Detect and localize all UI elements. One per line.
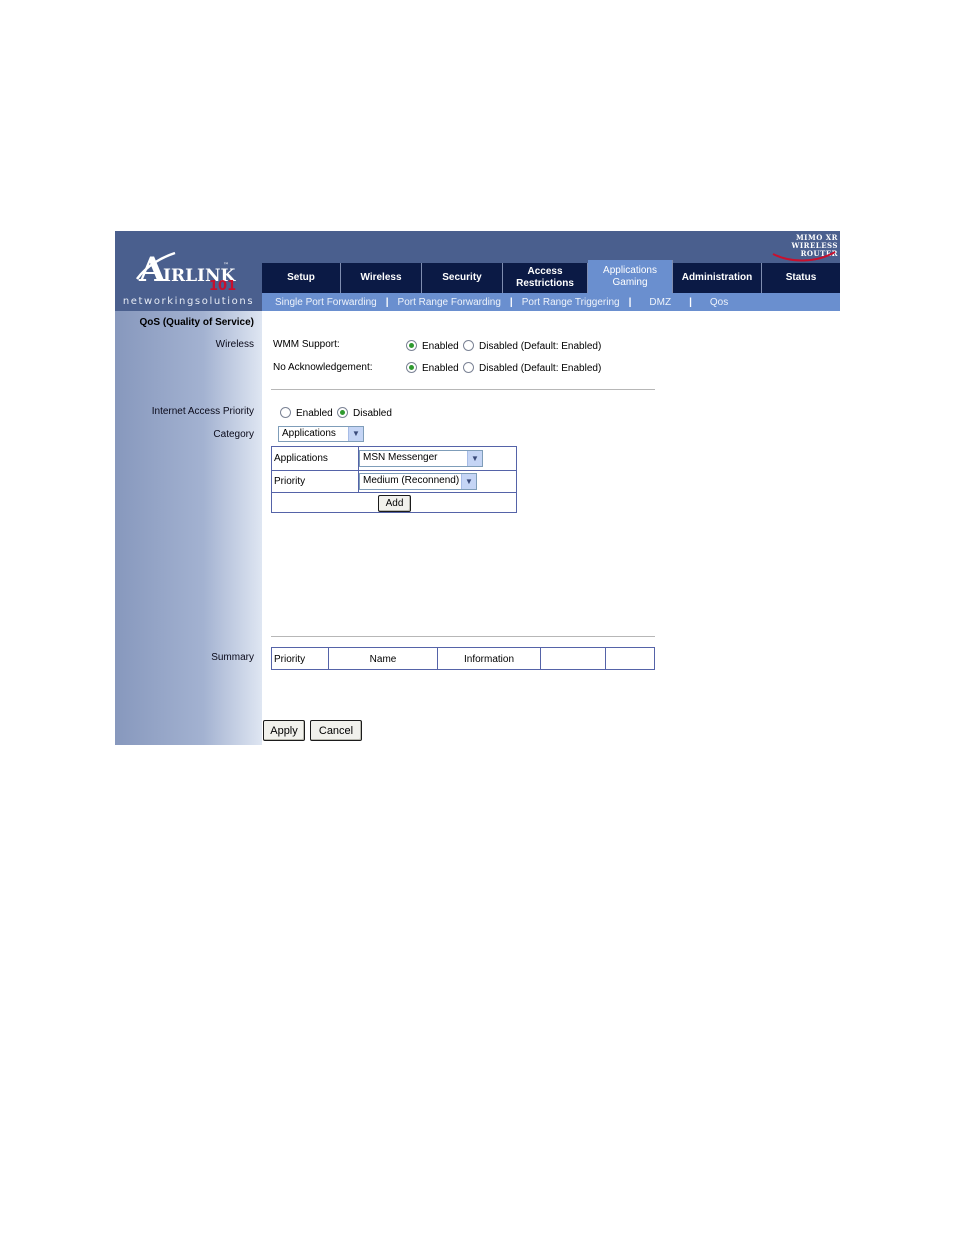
summary-header-name: Name (329, 648, 438, 669)
logo-number: 101 (209, 279, 236, 293)
logo-tm: ™ (223, 262, 229, 269)
subnav-port-range-triggering[interactable]: Port Range Triggering (513, 297, 629, 308)
tab-label: Setup (287, 272, 315, 283)
tab-security[interactable]: Security (422, 263, 503, 293)
summary-divider (271, 636, 655, 637)
summary-table: Priority Name Information (271, 647, 655, 670)
section-title: QoS (Quality of Service) (139, 317, 254, 328)
tab-access-restrictions[interactable]: Access Restrictions (503, 263, 588, 293)
tab-label-line2: Gaming (612, 276, 648, 288)
tab-label-line1: Applications (603, 264, 657, 276)
internet-access-priority-label: Internet Access Priority (151, 406, 254, 417)
tab-setup[interactable]: Setup (262, 263, 341, 293)
add-button[interactable]: Add (378, 495, 411, 512)
logo-area: A IRLINK ™ 101 networkingsolutions (115, 231, 262, 311)
tab-applications-gaming[interactable]: Applications Gaming (588, 260, 673, 293)
main-tabs: Setup Wireless Security Access Restricti… (262, 260, 840, 293)
noack-enabled-radio[interactable] (406, 362, 417, 373)
priority-select[interactable]: Medium (Reconnend) ▼ (359, 473, 477, 490)
priority-select-value: Medium (Reconnend) (363, 475, 460, 486)
cancel-button[interactable]: Cancel (310, 720, 362, 741)
mimo-badge: MIMO XR WIRELESS ROUTER (763, 234, 838, 264)
badge-swoosh-icon (772, 251, 836, 262)
noack-disabled-radio[interactable] (463, 362, 474, 373)
applications-select-value: MSN Messenger (363, 452, 438, 463)
iap-enabled-radio[interactable] (280, 407, 291, 418)
category-select-value: Applications (282, 428, 336, 439)
airlink-logo-graphic: A IRLINK ™ 101 (135, 250, 237, 294)
noack-disabled-text: Disabled (Default: Enabled) (479, 363, 602, 374)
left-sidebar: QoS (Quality of Service) Wireless Intern… (115, 311, 262, 745)
tab-label-line2: Restrictions (516, 278, 574, 289)
logo-letter-a: A (138, 250, 166, 290)
chevron-down-icon[interactable]: ▼ (461, 474, 476, 489)
subnav-dmz[interactable]: DMZ (631, 297, 689, 308)
wmm-disabled-radio[interactable] (463, 340, 474, 351)
tab-administration[interactable]: Administration (673, 263, 762, 293)
apply-button[interactable]: Apply (263, 720, 305, 741)
summary-label: Summary (211, 652, 254, 663)
tab-label-line1: Access (527, 266, 563, 277)
noack-enabled-text: Enabled (422, 363, 459, 374)
wmm-enabled-radio[interactable] (406, 340, 417, 351)
chevron-down-icon[interactable]: ▼ (348, 427, 363, 441)
iap-disabled-radio[interactable] (337, 407, 348, 418)
tab-label: Status (785, 272, 817, 283)
category-select[interactable]: Applications ▼ (278, 426, 364, 442)
section-divider (271, 389, 655, 390)
subnav-single-port-forwarding[interactable]: Single Port Forwarding (266, 297, 386, 308)
iap-enabled-text: Enabled (296, 408, 333, 419)
logo-tagline: networkingsolutions (115, 293, 262, 311)
tab-label: Security (442, 272, 482, 283)
iap-disabled-text: Disabled (353, 408, 392, 419)
summary-header-priority: Priority (272, 648, 329, 669)
no-ack-label: No Acknowledgement: (273, 362, 373, 373)
summary-header-blank-2 (606, 648, 654, 669)
tab-wireless[interactable]: Wireless (341, 263, 422, 293)
category-label: Category (213, 429, 254, 440)
tab-label: Administration (681, 272, 753, 283)
priority-row-label: Priority (274, 476, 306, 487)
wireless-label: Wireless (215, 339, 254, 350)
applications-row-label: Applications (274, 453, 328, 464)
application-priority-table: Applications Priority MSN Messenger ▼ Me… (271, 446, 517, 513)
airlink-logo: A IRLINK ™ 101 (135, 243, 245, 294)
subnav-port-range-forwarding[interactable]: Port Range Forwarding (389, 297, 510, 308)
chevron-down-icon[interactable]: ▼ (467, 451, 482, 466)
router-admin-window: A IRLINK ™ 101 networkingsolutions MIMO … (115, 231, 840, 745)
summary-header-information: Information (438, 648, 541, 669)
applications-select[interactable]: MSN Messenger ▼ (359, 450, 483, 467)
wmm-support-label: WMM Support: (273, 339, 340, 350)
wmm-disabled-text: Disabled (Default: Enabled) (479, 341, 602, 352)
sub-navigation: Single Port Forwarding | Port Range Forw… (262, 293, 840, 311)
tab-status[interactable]: Status (762, 263, 840, 293)
wmm-enabled-text: Enabled (422, 341, 459, 352)
tab-label: Wireless (360, 272, 402, 283)
summary-header-blank-1 (541, 648, 606, 669)
subnav-qos[interactable]: Qos (692, 297, 746, 308)
